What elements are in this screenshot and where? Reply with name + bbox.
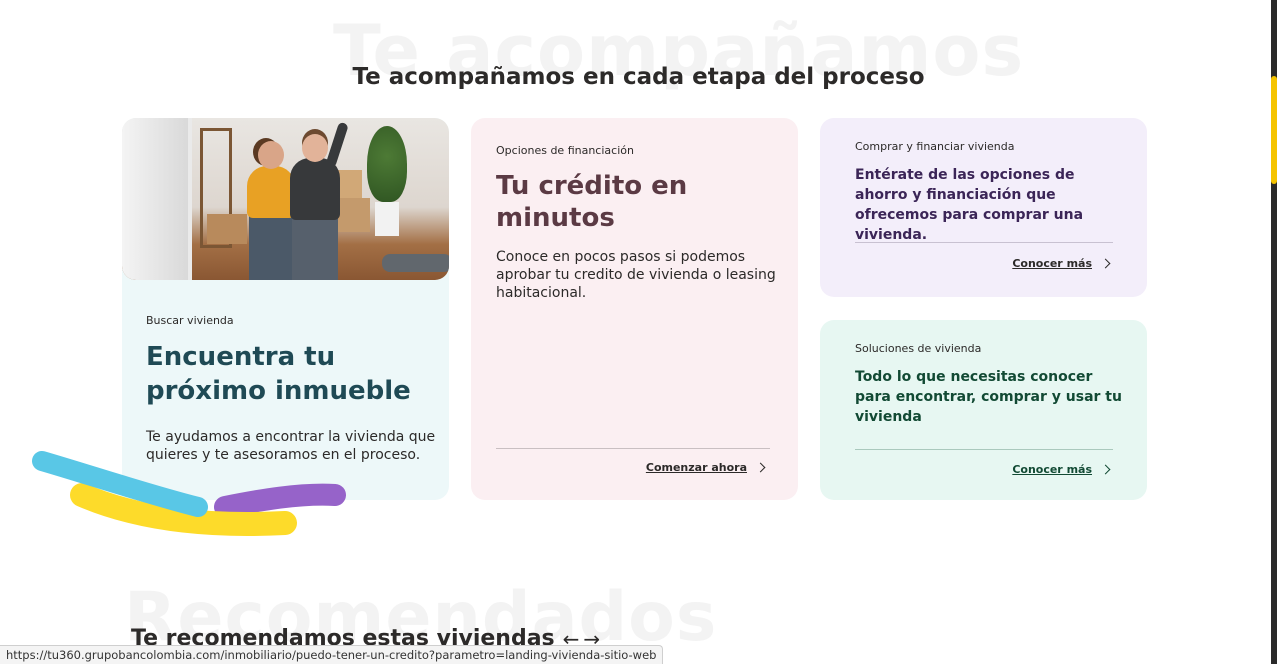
conocer-mas-link-comprar[interactable]: Conocer más: [1012, 257, 1111, 270]
page-scrollbar[interactable]: [1271, 0, 1277, 664]
card-buscar-vivienda[interactable]: Buscar vivienda Encuentra tu próximo inm…: [122, 118, 449, 500]
conocer-mas-link-soluciones[interactable]: Conocer más: [1012, 463, 1111, 476]
chevron-right-icon: [1100, 258, 1111, 269]
scrollbar-thumb[interactable]: [1271, 76, 1277, 184]
card-divider: [496, 448, 770, 449]
card-eyebrow: Opciones de financiación: [496, 144, 634, 157]
card-opciones-financiacion: Opciones de financiación Tu crédito en m…: [471, 118, 798, 500]
card-photo-moving-home: [122, 118, 449, 280]
chevron-right-icon: [755, 462, 766, 473]
browser-status-bar-url: https://tu360.grupobancolombia.com/inmob…: [0, 645, 664, 664]
card-soluciones-vivienda: Soluciones de vivienda Todo lo que neces…: [820, 320, 1147, 500]
card-divider: [855, 242, 1113, 243]
card-body: Te ayudamos a encontrar la vivienda que …: [146, 429, 436, 463]
card-headline: Encuentra tu próximo inmueble: [146, 342, 411, 406]
card-comprar-financiar: Comprar y financiar vivienda Entérate de…: [820, 118, 1147, 297]
card-headline: Todo lo que necesitas conocer para encon…: [855, 369, 1122, 425]
card-headline: Entérate de las opciones de ahorro y fin…: [855, 167, 1084, 243]
card-divider: [855, 449, 1113, 450]
card-body: Conoce en pocos pasos si podemos aprobar…: [496, 249, 776, 301]
card-eyebrow: Soluciones de vivienda: [855, 342, 982, 355]
comenzar-ahora-link[interactable]: Comenzar ahora: [645, 461, 766, 474]
card-eyebrow: Buscar vivienda: [146, 314, 234, 327]
cta-label: Conocer más: [1012, 463, 1092, 476]
cta-label: Conocer más: [1012, 257, 1092, 270]
section-title: Te acompañamos en cada etapa del proceso: [352, 64, 925, 90]
card-headline: Tu crédito en minutos: [496, 171, 688, 233]
chevron-right-icon: [1100, 464, 1111, 475]
card-eyebrow: Comprar y financiar vivienda: [855, 140, 1015, 153]
cta-label: Comenzar ahora: [645, 461, 747, 474]
